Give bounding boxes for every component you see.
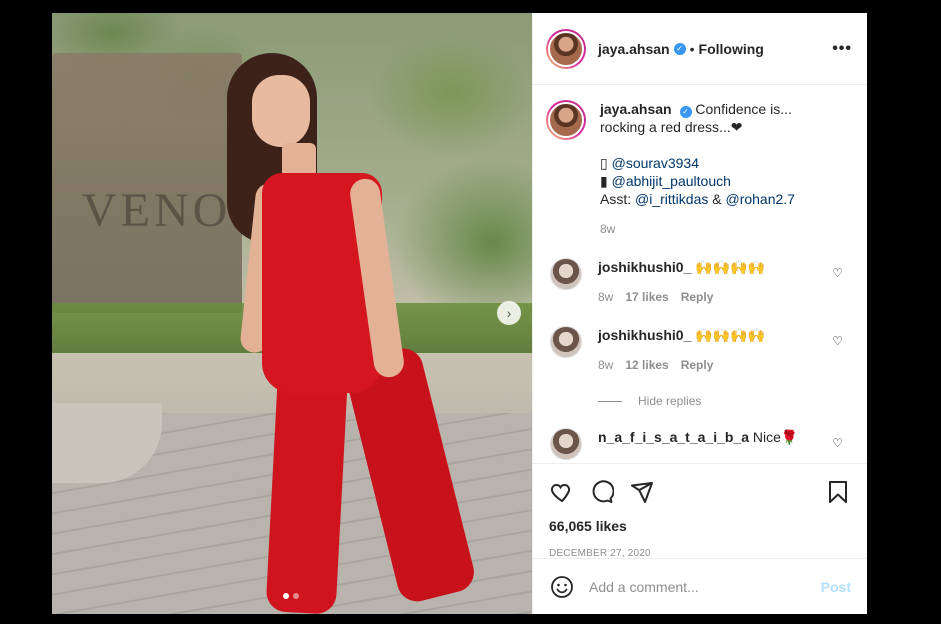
like-comment-heart-icon[interactable]: ♡ (832, 334, 843, 348)
reply-button[interactable]: Reply (681, 288, 714, 306)
more-options-icon[interactable]: ••• (832, 40, 852, 58)
ampersand: & (712, 191, 722, 207)
comment-likes[interactable]: 12 likes (625, 356, 668, 374)
hide-replies-line (598, 400, 622, 402)
share-paper-plane-icon[interactable] (629, 479, 655, 505)
mention-link[interactable]: @abhijit_paultouch (612, 173, 731, 189)
chevron-right-icon: › (506, 305, 512, 321)
caption-username[interactable]: jaya.ahsan (600, 101, 672, 117)
carousel-dot-active (283, 593, 289, 599)
mention-link[interactable]: @sourav3934 (612, 155, 699, 171)
caption-body: jaya.ahsan ✓ Confidence is... rocking a … (600, 100, 840, 238)
commenter-avatar[interactable] (550, 428, 582, 460)
camera-credit-icon: ▯ (600, 155, 608, 171)
like-heart-icon[interactable] (549, 479, 575, 505)
caption-time[interactable]: 8w (600, 220, 840, 238)
emoji-icon[interactable] (549, 574, 575, 600)
add-comment-bar: Post (533, 558, 867, 614)
post-photo[interactable]: VENO › (52, 13, 532, 614)
like-comment-heart-icon[interactable]: ♡ (832, 436, 843, 450)
comment-item: joshikhushi0_ 🙌🙌🙌🙌 8w 12 likes Reply ♡ (546, 326, 851, 374)
likes-count[interactable]: 66,065 likes (549, 518, 851, 534)
like-comment-heart-icon[interactable]: ♡ (832, 266, 843, 280)
comment-bubble-icon[interactable] (589, 479, 615, 505)
commenter-avatar[interactable] (550, 258, 582, 290)
avatar-image (548, 102, 584, 138)
comment-body: joshikhushi0_ 🙌🙌🙌🙌 8w 17 likes Reply (598, 258, 818, 306)
mention-link[interactable]: @rohan2.7 (725, 191, 794, 207)
avatar-image (548, 30, 584, 67)
bookmark-icon[interactable] (825, 479, 851, 505)
commenter-username[interactable]: joshikhushi0_ (598, 327, 691, 343)
author-username[interactable]: jaya.ahsan (598, 41, 670, 57)
comment-body: n_a_f_i_s_a_t_a_i_b_a Nice🌹 (598, 428, 818, 460)
hide-replies-label: Hide replies (638, 394, 702, 408)
commenter-avatar[interactable] (550, 326, 582, 358)
comment-likes[interactable]: 17 likes (625, 288, 668, 306)
post-actions-area: 66,065 likes DECEMBER 27, 2020 (533, 463, 867, 559)
comment-time[interactable]: 8w (598, 288, 613, 306)
comment-body: joshikhushi0_ 🙌🙌🙌🙌 8w 12 likes Reply (598, 326, 818, 374)
comments-list[interactable]: jaya.ahsan ✓ Confidence is... rocking a … (533, 86, 867, 461)
asst-label: Asst: (600, 191, 632, 207)
verified-badge-icon: ✓ (673, 42, 686, 55)
makeup-credit-icon: ▮ (600, 173, 608, 189)
comment-item: n_a_f_i_s_a_t_a_i_b_a Nice🌹 ♡ (546, 428, 851, 460)
verified-badge-icon: ✓ (679, 106, 692, 118)
comment-text: 🙌🙌🙌🙌 (695, 327, 765, 343)
comment-text: Nice🌹 (752, 429, 799, 445)
commenter-username[interactable]: n_a_f_i_s_a_t_a_i_b_a (598, 429, 749, 445)
model-figure (202, 43, 482, 614)
comment-time[interactable]: 8w (598, 356, 613, 374)
comment-item: joshikhushi0_ 🙌🙌🙌🙌 8w 17 likes Reply ♡ (546, 258, 851, 306)
comment-input[interactable] (589, 578, 821, 595)
post-caption: jaya.ahsan ✓ Confidence is... rocking a … (546, 100, 851, 238)
post-side-panel: jaya.ahsan ✓ • Following ••• jaya.ahsan … (532, 13, 867, 614)
carousel-indicator (283, 593, 299, 599)
commenter-username[interactable]: joshikhushi0_ (598, 259, 691, 275)
carousel-dot (293, 593, 299, 599)
header-separator: • (689, 40, 695, 57)
following-button[interactable]: Following (699, 41, 764, 57)
legs (265, 344, 479, 614)
caption-avatar[interactable] (546, 100, 586, 140)
face (252, 75, 310, 147)
hide-replies-button[interactable]: Hide replies (598, 394, 851, 408)
action-bar (549, 476, 851, 508)
comment-text: 🙌🙌🙌🙌 (695, 259, 765, 275)
mention-link[interactable]: @i_rittikdas (635, 191, 708, 207)
comment-meta: 8w 17 likes Reply (598, 288, 818, 306)
next-photo-button[interactable]: › (497, 301, 521, 325)
post-header: jaya.ahsan ✓ • Following ••• (533, 13, 867, 85)
leg-left (265, 361, 349, 614)
author-avatar[interactable] (546, 28, 586, 69)
post-comment-button[interactable]: Post (821, 579, 851, 595)
reply-button[interactable]: Reply (681, 356, 714, 374)
comment-meta: 8w 12 likes Reply (598, 356, 818, 374)
post-modal: VENO › jaya.ahsan ✓ • Following ••• jaya… (52, 13, 867, 614)
